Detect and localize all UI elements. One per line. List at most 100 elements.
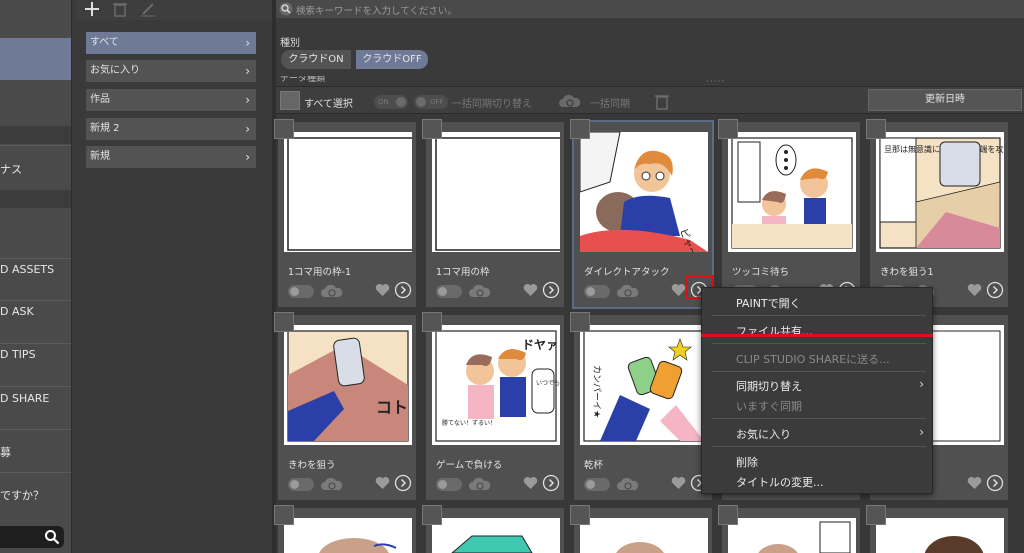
heart-icon[interactable] — [671, 476, 686, 490]
card-checkbox[interactable] — [866, 505, 886, 525]
select-all-checkbox[interactable] — [280, 91, 300, 110]
card-thumbnail[interactable] — [876, 518, 1004, 553]
heart-icon[interactable] — [523, 476, 538, 490]
material-card[interactable]: コト きわを狙う — [274, 312, 416, 500]
material-card[interactable]: 1コマ用の枠 — [422, 119, 564, 307]
heart-icon[interactable] — [523, 283, 538, 297]
card-thumbnail[interactable]: コト — [284, 325, 412, 445]
cloud-off-button[interactable]: クラウドOFF — [356, 50, 428, 69]
heart-icon[interactable] — [375, 283, 390, 297]
category-new-2[interactable]: 新規 2 › — [86, 118, 256, 140]
card-checkbox[interactable] — [422, 505, 442, 525]
search-icon[interactable] — [44, 529, 60, 545]
cloud-icon[interactable] — [468, 476, 492, 492]
card-sync-toggle[interactable] — [288, 478, 314, 491]
menu-delete[interactable]: 削除 — [736, 454, 758, 470]
nav-item-ask[interactable]: D ASK — [0, 300, 71, 343]
card-thumbnail[interactable]: カンパーイ★ — [580, 325, 708, 445]
card-thumbnail[interactable] — [432, 132, 560, 252]
card-checkbox[interactable] — [570, 505, 590, 525]
more-options-icon[interactable] — [986, 281, 1004, 299]
cloud-icon[interactable] — [616, 476, 640, 492]
material-card[interactable] — [422, 505, 564, 553]
card-thumbnail[interactable] — [284, 518, 412, 553]
card-thumbnail[interactable]: ピャ〜ン — [580, 132, 708, 252]
material-card[interactable] — [570, 505, 712, 553]
card-thumbnail[interactable] — [284, 132, 412, 252]
heart-icon[interactable] — [375, 476, 390, 490]
trash-icon[interactable] — [112, 1, 128, 17]
select-all-label[interactable]: すべて選択 — [304, 95, 353, 110]
menu-favorite[interactable]: お気に入り — [736, 426, 791, 442]
cloud-icon[interactable] — [616, 283, 640, 299]
card-checkbox[interactable] — [718, 505, 738, 525]
material-card[interactable]: ドヤァ いつでも再挑戦は受けよう 勝てない！ずるい！ ゲームで負ける — [422, 312, 564, 500]
material-card[interactable]: ツッコミ待ち — [718, 119, 860, 307]
material-card[interactable]: カンパーイ★ 乾杯 — [570, 312, 712, 500]
card-sync-toggle[interactable] — [436, 478, 462, 491]
nav-item-assets[interactable]: D ASSETS — [0, 258, 71, 300]
category-all[interactable]: すべて › — [86, 32, 256, 54]
more-options-icon[interactable] — [394, 474, 412, 492]
card-checkbox[interactable] — [570, 312, 590, 332]
cloud-icon[interactable] — [320, 283, 344, 299]
material-card[interactable] — [718, 505, 860, 553]
pencil-icon[interactable] — [140, 1, 156, 17]
menu-sync-toggle[interactable]: 同期切り替え — [736, 378, 802, 394]
cloud-icon[interactable] — [320, 476, 344, 492]
cloud-icon[interactable] — [468, 283, 492, 299]
card-thumbnail[interactable]: ドヤァ いつでも再挑戦は受けよう 勝てない！ずるい！ — [432, 325, 560, 445]
card-checkbox[interactable] — [274, 312, 294, 332]
card-sync-toggle[interactable] — [288, 285, 314, 298]
card-checkbox[interactable] — [274, 119, 294, 139]
search-bar[interactable]: 検索キーワードを入力してください。 — [276, 0, 1024, 18]
category-new[interactable]: 新規 › — [86, 146, 256, 168]
material-card[interactable] — [866, 505, 1008, 553]
card-thumbnail[interactable] — [728, 518, 856, 553]
batch-on-toggle[interactable]: ON — [374, 95, 408, 109]
more-options-icon[interactable] — [542, 474, 560, 492]
card-checkbox[interactable] — [274, 505, 294, 525]
card-checkbox[interactable] — [422, 312, 442, 332]
card-checkbox[interactable] — [718, 119, 738, 139]
cloud-on-button[interactable]: クラウドON — [281, 50, 351, 69]
search-input[interactable]: 検索キーワードを入力してください。 — [296, 3, 457, 17]
card-thumbnail[interactable] — [432, 518, 560, 553]
more-options-icon[interactable] — [986, 474, 1004, 492]
heart-icon[interactable] — [967, 476, 982, 490]
nav-item-share[interactable]: D SHARE — [0, 386, 71, 429]
nav-item-6[interactable]: 募 — [0, 429, 71, 472]
card-sync-toggle[interactable] — [584, 285, 610, 298]
menu-rename[interactable]: タイトルの変更... — [736, 474, 824, 490]
card-sync-toggle[interactable] — [436, 285, 462, 298]
heart-icon[interactable] — [671, 283, 686, 297]
trash-icon[interactable] — [654, 92, 670, 110]
material-card[interactable]: 旦那は無意識にテーブルの端を攻める きわを狙う1 — [866, 119, 1008, 307]
menu-sync-now[interactable]: いますぐ同期 — [736, 398, 802, 414]
batch-off-toggle[interactable]: OFF — [414, 95, 448, 109]
material-card[interactable]: 1コマ用の枠-1 — [274, 119, 416, 307]
nav-selected-item[interactable] — [0, 38, 71, 80]
cloud-sync-icon[interactable] — [558, 93, 582, 109]
card-checkbox[interactable] — [422, 119, 442, 139]
nav-item-1[interactable]: ナス — [0, 145, 71, 187]
card-thumbnail[interactable] — [728, 132, 856, 252]
card-thumbnail[interactable]: 旦那は無意識にテーブルの端を攻める — [876, 132, 1004, 252]
menu-open-paint[interactable]: PAINTで開く — [736, 295, 801, 311]
more-options-icon[interactable] — [394, 281, 412, 299]
nav-search-field[interactable] — [0, 526, 64, 548]
card-thumbnail[interactable] — [580, 518, 708, 553]
plus-icon[interactable] — [84, 1, 100, 17]
category-favorites[interactable]: お気に入り › — [86, 60, 256, 82]
menu-send-clip-studio-share[interactable]: CLIP STUDIO SHAREに送る... — [736, 351, 890, 367]
more-options-icon[interactable] — [542, 281, 560, 299]
nav-item-7[interactable]: ですか？ — [0, 472, 71, 518]
nav-item-tips[interactable]: D TIPS — [0, 343, 71, 386]
heart-icon[interactable] — [967, 283, 982, 297]
material-card[interactable] — [274, 505, 416, 553]
category-works[interactable]: 作品 › — [86, 89, 256, 111]
card-checkbox[interactable] — [866, 119, 886, 139]
sort-dropdown[interactable]: 更新日時 — [868, 89, 1022, 111]
card-sync-toggle[interactable] — [584, 478, 610, 491]
card-checkbox[interactable] — [570, 119, 590, 139]
